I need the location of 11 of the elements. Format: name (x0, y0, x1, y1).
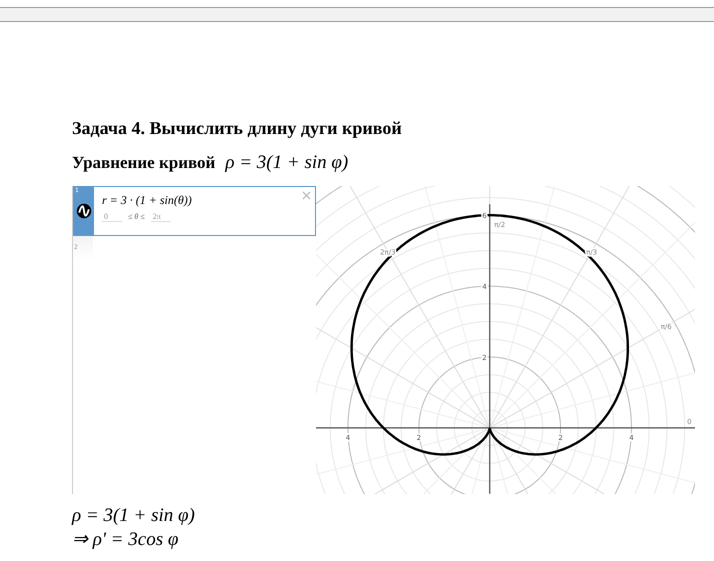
task-title: Задача 4. Вычислить длину дуги кривой (72, 118, 403, 138)
close-icon[interactable] (302, 191, 311, 200)
domain-min-field[interactable]: 0 (102, 212, 122, 222)
equation-label: Уравнение кривой (72, 153, 216, 173)
domain-max-field[interactable]: 2π (150, 212, 171, 222)
solution-line: ⇒ ρ' = 3cos φ (72, 528, 180, 552)
expression-formula: r = 3 · (1 + sin(θ)) (102, 193, 192, 208)
curve-equation: ρ = 3(1 + sin φ) (225, 152, 348, 174)
domain-relation: ≤ θ ≤ (128, 212, 145, 221)
solution-line: ρ = 3(1 + sin φ) (72, 504, 196, 528)
wave-icon (76, 203, 92, 219)
